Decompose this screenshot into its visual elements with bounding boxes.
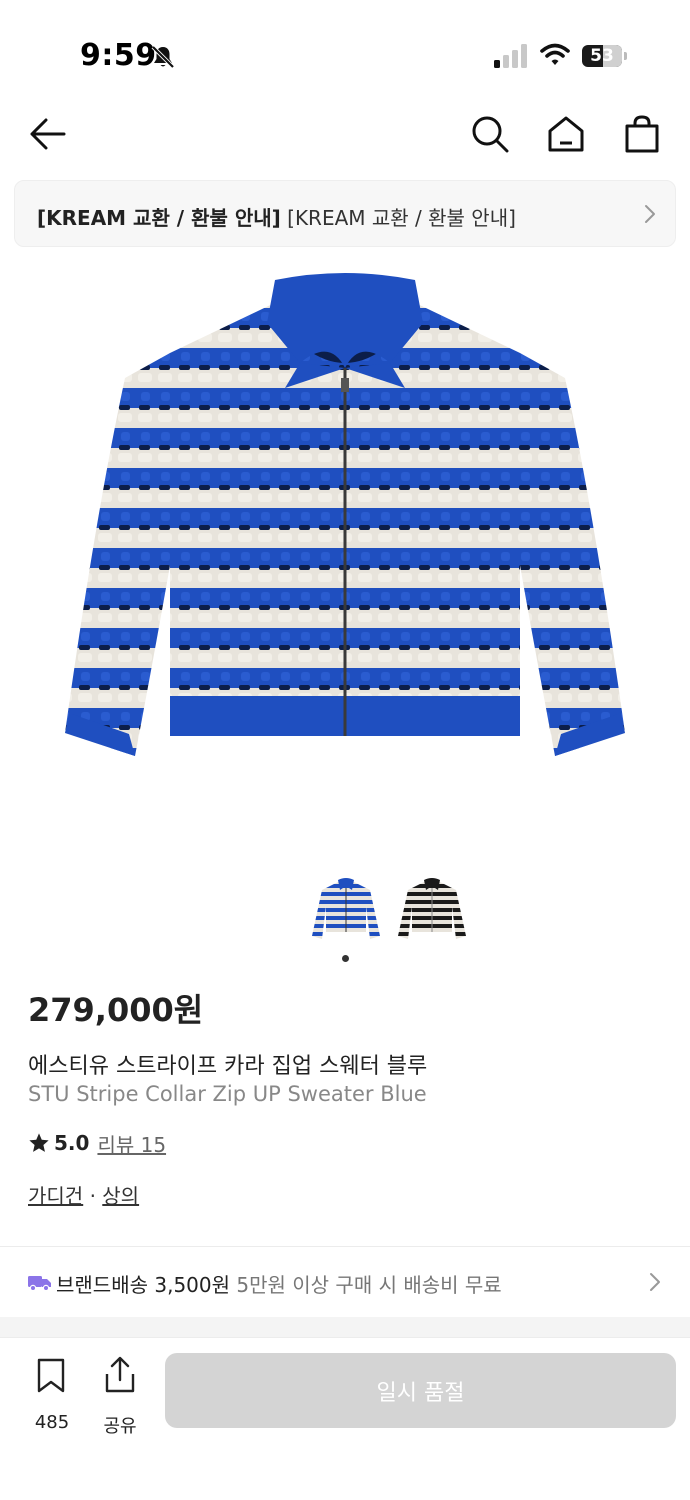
cellular-signal-icon <box>494 44 527 68</box>
status-bar: 9:59 53 <box>0 0 690 100</box>
black-cardigan-thumb[interactable] <box>394 876 470 944</box>
notice-body: [KREAM 교환 / 환불 안내] <box>287 206 516 230</box>
product-name-english: STU Stripe Collar Zip UP Sweater Blue <box>28 1082 427 1106</box>
delivery-truck-icon <box>28 1276 51 1292</box>
product-image <box>65 273 625 756</box>
temporarily-sold-out-button[interactable]: 일시 품절 <box>165 1353 676 1428</box>
product-name-korean: 에스티유 스트라이프 카라 집업 스웨터 블루 <box>28 1054 428 1079</box>
blue-cardigan-thumb[interactable] <box>308 876 384 944</box>
back-arrow-icon[interactable] <box>26 114 70 154</box>
section-separator <box>0 1317 690 1337</box>
shipping-note: 5만원 이상 구매 시 배송비 무료 <box>236 1273 502 1297</box>
category-separator: · <box>89 1184 96 1208</box>
bottom-action-bar: 485 공유 일시 품절 <box>0 1337 690 1500</box>
carousel-indicator-dot <box>342 955 349 962</box>
shipping-info-row[interactable]: 브랜드배송 3,500원 5만원 이상 구매 시 배송비 무료 <box>0 1247 690 1317</box>
star-icon <box>29 1133 49 1152</box>
share-icon <box>105 1356 135 1393</box>
chevron-right-icon <box>650 1273 660 1291</box>
bookmark-button[interactable]: 485 <box>26 1356 78 1433</box>
rating-row: 5.0 리뷰 15 <box>28 1128 166 1158</box>
share-label: 공유 <box>103 1416 137 1437</box>
category-breadcrumb: 가디건 · 상의 <box>28 1180 139 1209</box>
shipping-label: 브랜드배송 3,500원 <box>56 1273 231 1297</box>
review-count-link[interactable]: 리뷰 15 <box>97 1129 166 1158</box>
home-icon[interactable] <box>546 114 586 154</box>
notice-text: [KREAM 교환 / 환불 안내] [KREAM 교환 / 환불 안내] <box>37 202 516 231</box>
bookmark-count: 485 <box>34 1412 70 1433</box>
share-button[interactable]: 공유 <box>96 1356 144 1437</box>
battery-percentage: 53 <box>590 46 614 66</box>
bookmark-icon <box>37 1358 65 1393</box>
status-time: 9:59 <box>80 38 157 73</box>
chevron-right-icon <box>645 205 655 223</box>
category-link-cardigan[interactable]: 가디건 <box>28 1184 83 1208</box>
battery-icon: 53 <box>582 45 628 67</box>
wifi-icon <box>540 43 570 65</box>
product-price: 279,000원 <box>28 991 204 1029</box>
bell-slash-icon <box>151 45 175 69</box>
shipping-text: 브랜드배송 3,500원 5만원 이상 구매 시 배송비 무료 <box>56 1269 502 1298</box>
shopping-bag-icon[interactable] <box>622 114 662 154</box>
search-icon[interactable] <box>470 114 510 154</box>
notice-title: [KREAM 교환 / 환불 안내] <box>37 206 281 230</box>
exchange-refund-notice[interactable]: [KREAM 교환 / 환불 안내] [KREAM 교환 / 환불 안내] <box>14 180 676 247</box>
category-link-tops[interactable]: 상의 <box>102 1184 139 1208</box>
rating-value: 5.0 <box>54 1131 90 1155</box>
